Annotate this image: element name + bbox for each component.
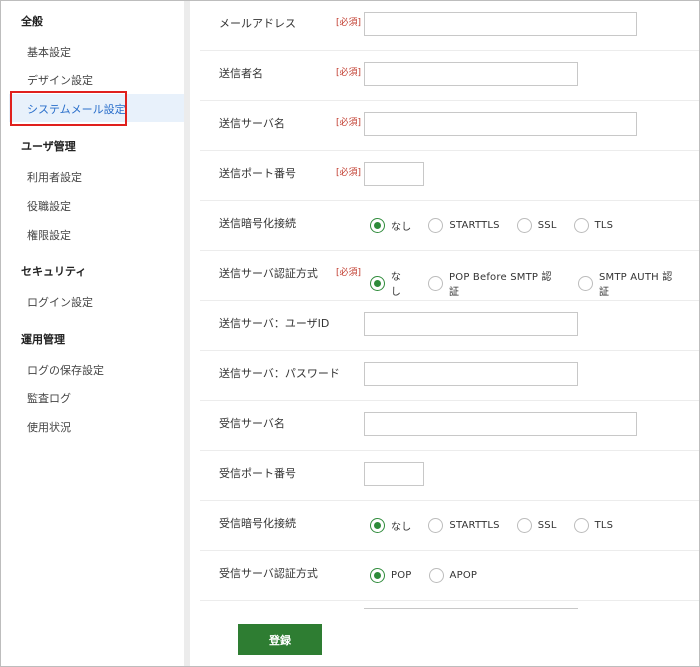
radio-option-starttls[interactable]: STARTTLS bbox=[428, 518, 500, 533]
sidebar-section-security: セキュリティ bbox=[21, 265, 87, 278]
required-badge: [必須] bbox=[336, 18, 362, 28]
receive-auth-radio-group: POP APOP bbox=[370, 568, 494, 583]
field-label: 送信暗号化接続 bbox=[219, 217, 296, 230]
field-label: メールアドレス bbox=[219, 17, 296, 30]
required-badge: [必須] bbox=[336, 168, 362, 178]
field-label: 受信暗号化接続 bbox=[219, 517, 296, 530]
form-row-mail-address: メールアドレス [必須] bbox=[200, 1, 699, 51]
form-row-receive-encryption: 受信暗号化接続 なし STARTTLS SSL TLS bbox=[200, 501, 699, 551]
sidebar-item-permission-settings[interactable]: 権限設定 bbox=[27, 227, 71, 243]
field-label: 受信サーバ名 bbox=[219, 417, 285, 430]
radio-option-none[interactable]: なし bbox=[370, 268, 411, 298]
mail-address-input[interactable] bbox=[364, 12, 637, 36]
radio-option-starttls[interactable]: STARTTLS bbox=[428, 218, 500, 233]
radio-icon[interactable] bbox=[428, 218, 444, 233]
sidebar-item-user-settings[interactable]: 利用者設定 bbox=[27, 169, 82, 185]
radio-selected-icon[interactable] bbox=[370, 275, 385, 291]
field-label: 送信サーバ名 bbox=[219, 117, 285, 130]
send-server-input[interactable] bbox=[364, 112, 637, 136]
send-port-input[interactable] bbox=[364, 162, 424, 186]
send-password-input[interactable] bbox=[364, 362, 578, 386]
settings-form: メールアドレス [必須] 送信者名 [必須] 送信サーバ名 [必須] 送信ポート… bbox=[190, 1, 699, 666]
form-row-send-encryption: 送信暗号化接続 なし STARTTLS SSL TLS bbox=[200, 201, 699, 251]
sidebar-item-usage[interactable]: 使用状況 bbox=[27, 419, 71, 435]
sidebar-item-basic-settings[interactable]: 基本設定 bbox=[27, 44, 71, 60]
radio-option-tls[interactable]: TLS bbox=[573, 218, 614, 233]
annotation-highlight-box bbox=[10, 91, 127, 126]
field-label: 受信サーバ認証方式 bbox=[219, 567, 318, 580]
form-row-send-password: 送信サーバ：パスワード bbox=[200, 351, 699, 401]
required-badge: [必須] bbox=[336, 68, 362, 78]
receive-port-input[interactable] bbox=[364, 462, 424, 486]
field-label: 送信サーバ：ユーザID bbox=[219, 317, 330, 330]
send-encryption-radio-group: なし STARTTLS SSL TLS bbox=[370, 218, 630, 233]
radio-option-tls[interactable]: TLS bbox=[573, 518, 614, 533]
radio-icon[interactable] bbox=[573, 518, 589, 533]
sidebar-section-general: 全般 bbox=[21, 15, 43, 28]
form-row-send-server: 送信サーバ名 [必須] bbox=[200, 101, 699, 151]
radio-icon[interactable] bbox=[428, 275, 444, 291]
form-row-receive-port: 受信ポート番号 bbox=[200, 451, 699, 501]
radio-option-ssl[interactable]: SSL bbox=[516, 218, 557, 233]
receive-server-input[interactable] bbox=[364, 412, 637, 436]
radio-selected-icon[interactable] bbox=[370, 568, 385, 583]
sidebar-section-operations: 運用管理 bbox=[21, 333, 65, 346]
radio-selected-icon[interactable] bbox=[370, 518, 385, 533]
sender-name-input[interactable] bbox=[364, 62, 578, 86]
radio-icon[interactable] bbox=[573, 218, 589, 233]
field-label: 送信サーバ認証方式 bbox=[219, 267, 318, 280]
radio-icon[interactable] bbox=[428, 568, 444, 583]
radio-icon[interactable] bbox=[428, 518, 444, 533]
radio-option-none[interactable]: なし bbox=[370, 518, 411, 533]
partially-hidden-input[interactable] bbox=[364, 608, 578, 612]
form-row-send-auth: 送信サーバ認証方式 [必須] なし POP Before SMTP 認証 SMT… bbox=[200, 251, 699, 301]
sidebar-item-audit-log[interactable]: 監査ログ bbox=[27, 390, 71, 406]
field-label: 送信ポート番号 bbox=[219, 167, 296, 180]
radio-option-smtp-auth[interactable]: SMTP AUTH 認証 bbox=[578, 268, 682, 298]
required-badge: [必須] bbox=[336, 268, 362, 278]
register-button[interactable]: 登録 bbox=[238, 624, 322, 655]
sidebar-item-position-settings[interactable]: 役職設定 bbox=[27, 198, 71, 214]
field-label: 送信サーバ：パスワード bbox=[219, 367, 340, 380]
required-badge: [必須] bbox=[336, 118, 362, 128]
sidebar-item-login-settings[interactable]: ログイン設定 bbox=[27, 294, 93, 310]
send-user-id-input[interactable] bbox=[364, 312, 578, 336]
form-row-receive-server: 受信サーバ名 bbox=[200, 401, 699, 451]
sidebar-section-user-management: ユーザ管理 bbox=[21, 140, 76, 153]
radio-option-ssl[interactable]: SSL bbox=[516, 518, 557, 533]
field-label: 送信者名 bbox=[219, 67, 263, 80]
form-row-receive-auth: 受信サーバ認証方式 POP APOP bbox=[200, 551, 699, 601]
sidebar-item-design-settings[interactable]: デザイン設定 bbox=[27, 72, 93, 88]
radio-icon[interactable] bbox=[516, 518, 532, 533]
radio-option-none[interactable]: なし bbox=[370, 218, 411, 233]
form-row-send-port: 送信ポート番号 [必須] bbox=[200, 151, 699, 201]
field-label: 受信ポート番号 bbox=[219, 467, 296, 480]
radio-option-pop[interactable]: POP bbox=[370, 568, 412, 583]
radio-selected-icon[interactable] bbox=[370, 218, 385, 233]
radio-icon[interactable] bbox=[578, 275, 593, 291]
sidebar-item-log-retention[interactable]: ログの保存設定 bbox=[27, 362, 104, 378]
radio-option-pop-before-smtp[interactable]: POP Before SMTP 認証 bbox=[428, 268, 561, 298]
receive-encryption-radio-group: なし STARTTLS SSL TLS bbox=[370, 518, 630, 533]
radio-icon[interactable] bbox=[516, 218, 532, 233]
form-row-sender-name: 送信者名 [必須] bbox=[200, 51, 699, 101]
send-auth-radio-group: なし POP Before SMTP 認証 SMTP AUTH 認証 bbox=[370, 268, 699, 298]
form-row-send-user-id: 送信サーバ：ユーザID bbox=[200, 301, 699, 351]
radio-option-apop[interactable]: APOP bbox=[428, 568, 478, 583]
